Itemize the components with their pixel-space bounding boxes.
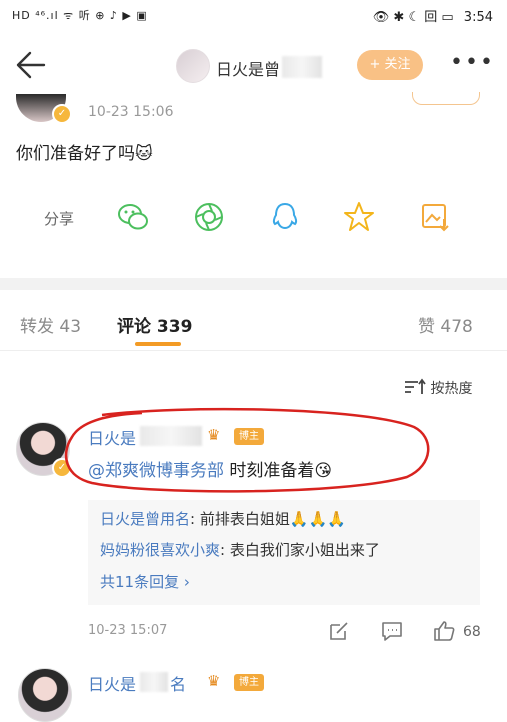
status-bar-right: 👁 ✱ ☾ 回 ▭ 3:54 [373, 6, 493, 25]
crown-icon: ♛ [207, 672, 221, 690]
author-badge: 博主 [234, 674, 264, 691]
active-tab-indicator [135, 342, 181, 346]
post-text: 你们准备好了吗🐱 [16, 144, 153, 164]
cat-emoji-icon: 🐱 [135, 144, 153, 164]
verified-badge-icon: ✓ [52, 104, 72, 124]
blurred-name-redaction [140, 672, 168, 692]
more-options-icon[interactable]: ••• [450, 50, 495, 75]
reply-item[interactable]: 妈妈粉很喜欢小爽: 表白我们家小姐出来了 [100, 539, 380, 560]
wechat-icon[interactable] [116, 200, 150, 234]
status-time: 3:54 [463, 10, 493, 25]
share-label: 分享 [44, 210, 75, 228]
header-title: 日火是曾 [216, 60, 281, 79]
section-divider [0, 278, 507, 290]
pray-emoji-icon: 🙏🙏🙏 [289, 510, 346, 528]
comment-time: 10-23 15:07 [88, 623, 168, 638]
sort-label: 按热度 [430, 381, 473, 397]
reply-item[interactable]: 日火是曾用名: 前排表白姐姐🙏🙏🙏 [100, 508, 346, 529]
sort-icon [405, 378, 426, 394]
status-bar: HD ⁴⁶.ıl ᯤ 听 ⊕ ♪ ▶ ▣ 👁 ✱ ☾ 回 ▭ 3:54 [0, 0, 507, 32]
annotation-ellipse [64, 407, 430, 493]
post-time: 10-23 15:06 [88, 104, 174, 120]
sort-by-hot-button[interactable]: 按热度 [404, 378, 472, 398]
next-commenter-name[interactable]: 日火是 [88, 671, 136, 695]
more-replies-link[interactable]: 共11条回复 › [100, 571, 190, 592]
next-commenter-avatar[interactable] [18, 668, 72, 722]
status-bar-left-icons: HD ⁴⁶.ıl ᯤ 听 ⊕ ♪ ▶ ▣ [12, 9, 148, 22]
like-thumb-icon[interactable] [433, 620, 455, 642]
header-avatar[interactable] [176, 49, 210, 83]
moments-icon[interactable] [192, 200, 226, 234]
qq-icon[interactable] [268, 200, 302, 234]
tabs-divider [0, 350, 507, 351]
qzone-star-icon[interactable] [342, 200, 376, 234]
blurred-name-redaction [282, 56, 322, 78]
reply-preview-box[interactable]: 日火是曾用名: 前排表白姐姐🙏🙏🙏 妈妈粉很喜欢小爽: 表白我们家小姐出来了 共… [88, 500, 480, 605]
comment-like-count: 68 [463, 624, 481, 640]
status-icons: 👁 ✱ ☾ 回 ▭ [372, 10, 454, 25]
save-image-icon[interactable] [418, 200, 452, 234]
back-arrow-icon[interactable] [14, 48, 48, 82]
next-commenter-name-suffix: 名 [170, 675, 187, 694]
tab-repost[interactable]: 转发 43 [20, 312, 81, 337]
follow-button[interactable]: + 关注 [357, 50, 423, 80]
tab-likes[interactable]: 赞 478 [418, 312, 473, 337]
reply-icon[interactable] [381, 620, 403, 642]
repost-comment-icon[interactable] [328, 620, 350, 642]
tab-comments[interactable]: 评论 339 [117, 312, 192, 337]
post-follow-pill[interactable] [412, 92, 480, 105]
